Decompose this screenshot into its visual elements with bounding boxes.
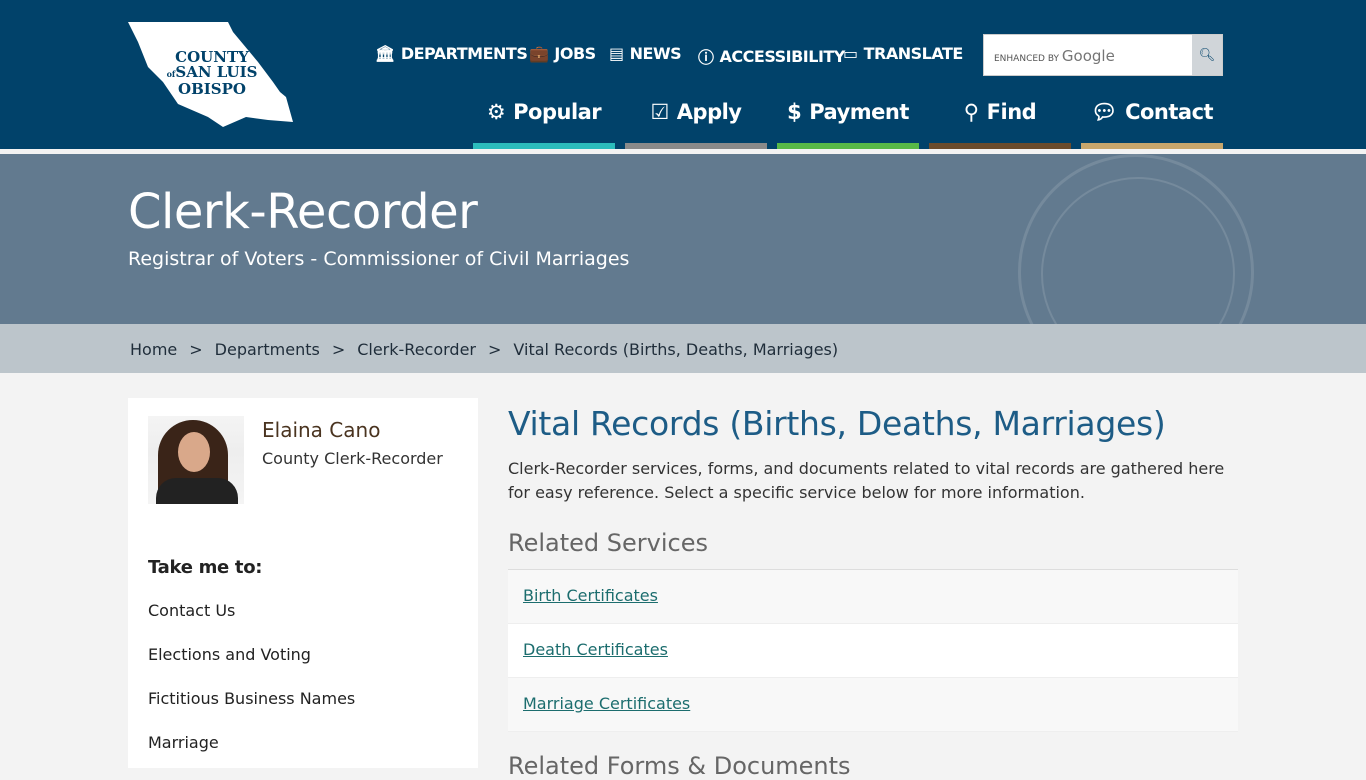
google-brand: Google: [1061, 47, 1115, 65]
related-forms-heading: Related Forms & Documents: [508, 752, 851, 780]
sidebar-link-marriage[interactable]: Marriage: [148, 733, 219, 752]
main-nav-apply[interactable]: ☑ Apply: [625, 96, 767, 149]
sidebar-link-fictitious-business[interactable]: Fictitious Business Names: [148, 689, 355, 708]
breadcrumb-departments[interactable]: Departments: [215, 340, 320, 373]
breadcrumb-separator: >: [331, 340, 346, 359]
main-content: Vital Records (Births, Deaths, Marriages…: [508, 404, 1238, 732]
service-link-birth[interactable]: Birth Certificates: [508, 570, 1238, 624]
main-nav-label: Contact: [1125, 100, 1214, 124]
intro-text: Clerk-Recorder services, forms, and docu…: [508, 459, 1225, 502]
page-subtitle: Registrar of Voters - Commissioner of Ci…: [128, 248, 630, 270]
nav-color-bar: [777, 143, 919, 149]
county-seal-watermark: [1018, 154, 1254, 324]
nav-color-bar: [625, 143, 767, 149]
logo-line3: OBISPO: [178, 80, 246, 98]
breadcrumb-separator: >: [189, 340, 203, 359]
official-name: Elaina Cano: [262, 418, 381, 442]
nav-jobs[interactable]: 💼 JOBS: [529, 44, 596, 63]
newspaper-icon: ▤: [609, 44, 624, 63]
main-nav-label: Payment: [809, 100, 909, 124]
nav-label: ACCESSIBILITY: [719, 46, 846, 66]
nav-label: JOBS: [554, 44, 596, 63]
content-title: Vital Records (Births, Deaths, Marriages…: [508, 404, 1166, 443]
main-nav-label: Find: [986, 100, 1037, 124]
county-logo[interactable]: COUNTY ofSAN LUIS OBISPO: [128, 22, 294, 128]
sidebar: Elaina Cano County Clerk-Recorder Take m…: [128, 398, 478, 768]
service-link-death[interactable]: Death Certificates: [508, 624, 1238, 678]
nav-news[interactable]: ▤ NEWS: [609, 44, 682, 63]
nav-label: TRANSLATE: [863, 44, 964, 63]
chat-icon: 💬︎: [1090, 100, 1118, 124]
main-nav-contact[interactable]: 💬︎ Contact: [1081, 96, 1223, 149]
breadcrumb-separator: >: [488, 340, 502, 359]
services-list: Birth Certificates Death Certificates Ma…: [508, 569, 1238, 732]
search-icon: ⚲: [963, 100, 979, 124]
enhanced-by: ENHANCED BY: [994, 54, 1060, 64]
site-header: COUNTY ofSAN LUIS OBISPO 🏛 DEPARTMENTS 💼 J…: [0, 0, 1366, 149]
logo-line2: SAN LUIS: [175, 63, 258, 81]
translate-icon: ▭: [843, 44, 858, 63]
nav-departments[interactable]: 🏛 DEPARTMENTS: [375, 44, 528, 63]
related-services-heading: Related Services: [508, 529, 708, 557]
main-nav-popular[interactable]: ⚙ Popular: [473, 96, 615, 149]
main-nav-label: Popular: [513, 100, 602, 124]
nav-color-bar: [929, 143, 1071, 149]
breadcrumb: Home > Departments > Clerk-Recorder > Vital…: [0, 324, 1366, 373]
service-link-marriage[interactable]: Marriage Certificates: [508, 678, 1238, 732]
main-nav-payment[interactable]: $ Payment: [777, 96, 919, 149]
accessibility-icon: ⓘ: [698, 48, 714, 67]
institution-icon: 🏛: [375, 44, 395, 63]
nav-accessibility[interactable]: ⓘ ACCESSIBILITY: [698, 44, 845, 68]
sidebar-heading: Take me to:: [148, 557, 263, 578]
search-icon: 🔍︎: [1198, 47, 1216, 63]
search-placeholder: ENHANCED BY Google: [994, 47, 1115, 65]
nav-label: DEPARTMENTS: [400, 44, 528, 63]
breadcrumb-current: Vital Records (Births, Deaths, Marriages…: [513, 340, 839, 359]
sidebar-link-contact-us[interactable]: Contact Us: [148, 601, 235, 620]
page-title: Clerk-Recorder: [128, 184, 478, 240]
breadcrumb-clerk-recorder[interactable]: Clerk-Recorder: [357, 340, 476, 373]
logo-text: COUNTY ofSAN LUIS OBISPO: [162, 50, 262, 97]
search-input[interactable]: ENHANCED BY Google 🔍︎: [983, 34, 1223, 76]
nav-color-bar: [1081, 143, 1223, 149]
checkbox-icon: ☑: [650, 100, 669, 124]
breadcrumb-home[interactable]: Home: [130, 340, 177, 373]
search-button[interactable]: 🔍︎: [1192, 35, 1222, 75]
nav-label: NEWS: [629, 44, 682, 63]
page-banner: Clerk-Recorder Registrar of Voters - Com…: [0, 154, 1366, 324]
official-title: County Clerk-Recorder: [262, 449, 443, 468]
gear-icon: ⚙: [486, 100, 506, 124]
main-nav-label: Apply: [676, 100, 742, 124]
briefcase-icon: 💼: [529, 44, 549, 63]
sidebar-link-elections[interactable]: Elections and Voting: [148, 645, 311, 664]
dollar-icon: $: [787, 100, 802, 124]
nav-color-bar: [473, 143, 615, 149]
nav-translate[interactable]: ▭ TRANSLATE: [843, 44, 963, 63]
main-nav-find[interactable]: ⚲ Find: [929, 96, 1071, 149]
avatar: [148, 416, 244, 504]
